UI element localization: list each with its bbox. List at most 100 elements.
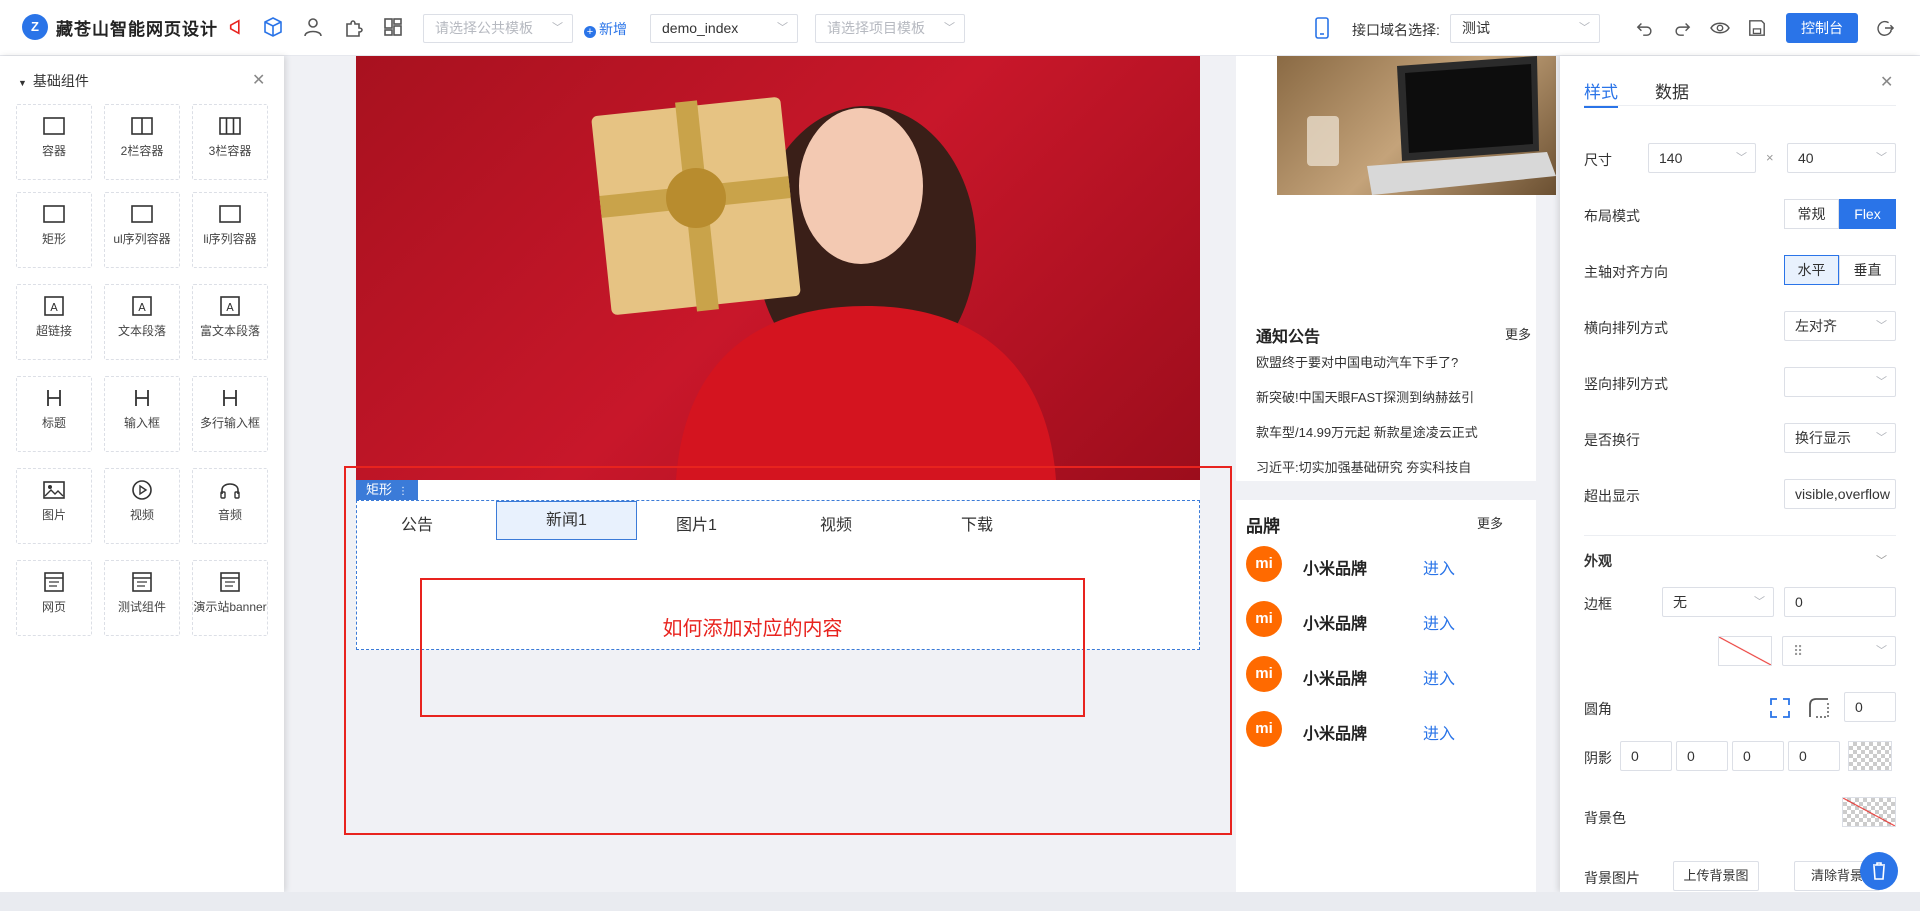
- wrap-select[interactable]: 换行显示 ﹀: [1784, 423, 1896, 453]
- component-item[interactable]: A 文本段落: [104, 284, 180, 360]
- undo-icon[interactable]: [1636, 19, 1654, 37]
- component-item[interactable]: 矩形: [16, 192, 92, 268]
- border-label: 边框: [1584, 596, 1612, 612]
- notice-item[interactable]: 新突破!中国天眼FAST探测到纳赫兹引: [1256, 387, 1504, 406]
- shadow-y-input[interactable]: 0: [1676, 741, 1728, 771]
- layout-flex-button[interactable]: Flex: [1839, 199, 1896, 229]
- upload-bg-button[interactable]: 上传背景图: [1673, 861, 1759, 891]
- shadow-color-picker[interactable]: [1848, 741, 1892, 771]
- component-label: 矩形: [41, 232, 66, 246]
- component-item[interactable]: 测试组件: [104, 560, 180, 636]
- notice-item[interactable]: 欧盟终于要对中国电动汽车下手了?: [1256, 352, 1504, 371]
- shadow-spread-input[interactable]: 0: [1788, 741, 1840, 771]
- component-label: 音频: [217, 508, 242, 522]
- notice-item[interactable]: 款车型/14.99万元起 新款星途凌云正式: [1256, 422, 1504, 441]
- console-button[interactable]: 控制台: [1786, 13, 1858, 43]
- tab-style[interactable]: 样式: [1584, 78, 1618, 108]
- component-item[interactable]: 3栏容器: [192, 104, 268, 180]
- v-arrange-select[interactable]: ﹀: [1784, 367, 1896, 397]
- height-input[interactable]: 40 ﹀: [1787, 143, 1896, 173]
- video-icon: [132, 480, 152, 500]
- caret-down-icon: ▼: [18, 78, 27, 88]
- brand-enter-link[interactable]: 进入: [1423, 720, 1455, 744]
- shadow-x-input[interactable]: 0: [1620, 741, 1672, 771]
- brand-enter-link[interactable]: 进入: [1423, 555, 1455, 579]
- banner-icon: [220, 572, 240, 592]
- chevron-down-icon[interactable]: ﹀: [1876, 552, 1887, 568]
- add-button[interactable]: + 新增: [584, 19, 627, 39]
- brand-enter-link[interactable]: 进入: [1423, 665, 1455, 689]
- component-item[interactable]: 网页: [16, 560, 92, 636]
- close-icon[interactable]: ✕: [252, 70, 265, 90]
- banner-photo: [591, 97, 1056, 480]
- notice-more-link[interactable]: 更多: [1505, 324, 1531, 343]
- delete-button[interactable]: [1860, 852, 1898, 890]
- layout-normal-button[interactable]: 常规: [1784, 199, 1839, 229]
- component-item[interactable]: 输入框: [104, 376, 180, 452]
- border-style-select[interactable]: 无 ﹀: [1662, 587, 1774, 617]
- redo-icon[interactable]: [1673, 19, 1691, 37]
- brand-more-link[interactable]: 更多: [1477, 513, 1503, 532]
- overflow-input[interactable]: visible,overflow: [1784, 479, 1896, 509]
- component-item[interactable]: 容器: [16, 104, 92, 180]
- save-icon[interactable]: [1748, 19, 1766, 37]
- logout-icon[interactable]: [1876, 19, 1894, 37]
- border-width-input[interactable]: 0: [1784, 587, 1896, 617]
- width-input[interactable]: 140 ﹀: [1648, 143, 1756, 173]
- brand-enter-link[interactable]: 进入: [1423, 610, 1455, 634]
- bg-image-label: 背景图片: [1584, 870, 1640, 886]
- radius-single-icon[interactable]: [1808, 697, 1830, 719]
- brand-title: 品牌: [1246, 517, 1280, 536]
- border-line-style-select[interactable]: ⠿ ﹀: [1782, 636, 1896, 666]
- component-item[interactable]: 多行输入框: [192, 376, 268, 452]
- ul-list-icon: [131, 205, 153, 223]
- component-item[interactable]: ul序列容器: [104, 192, 180, 268]
- domain-select[interactable]: 测试 ﹀: [1450, 14, 1600, 43]
- component-item[interactable]: li序列容器: [192, 192, 268, 268]
- three-column-icon: [219, 117, 241, 135]
- panel-title[interactable]: ▼ 基础组件: [18, 71, 89, 91]
- border-color-picker[interactable]: [1718, 636, 1772, 666]
- axis-horizontal-button[interactable]: 水平: [1784, 255, 1839, 285]
- plugin-icon[interactable]: [342, 16, 364, 38]
- banner-image[interactable]: [356, 56, 1200, 480]
- component-item[interactable]: A 超链接: [16, 284, 92, 360]
- annotation-inner-box: [420, 578, 1085, 717]
- tab-data[interactable]: 数据: [1655, 78, 1689, 103]
- laptop-image[interactable]: [1277, 56, 1556, 195]
- page-select[interactable]: demo_index ﹀: [650, 14, 798, 43]
- component-label: 测试组件: [117, 600, 166, 614]
- component-label: 容器: [41, 144, 66, 158]
- public-template-select[interactable]: 请选择公共模板 ﹀: [423, 14, 573, 43]
- radius-all-icon[interactable]: [1769, 697, 1791, 719]
- megaphone-icon[interactable]: [228, 18, 246, 36]
- user-icon[interactable]: [302, 16, 324, 38]
- axis-vertical-button[interactable]: 垂直: [1839, 255, 1896, 285]
- component-item[interactable]: 标题: [16, 376, 92, 452]
- component-item[interactable]: A 富文本段落: [192, 284, 268, 360]
- component-item[interactable]: 2栏容器: [104, 104, 180, 180]
- radius-input[interactable]: 0: [1844, 692, 1896, 722]
- appearance-section[interactable]: 外观: [1584, 551, 1612, 571]
- close-icon[interactable]: ✕: [1880, 72, 1893, 92]
- two-column-icon: [131, 117, 153, 135]
- notice-item[interactable]: 习近平:切实加强基础研究 夯实科技自: [1256, 457, 1504, 476]
- shadow-blur-input[interactable]: 0: [1732, 741, 1784, 771]
- bg-color-label: 背景色: [1584, 810, 1626, 826]
- project-template-select[interactable]: 请选择项目模板 ﹀: [815, 14, 965, 43]
- mobile-icon[interactable]: [1313, 17, 1331, 39]
- domain-label: 接口域名选择:: [1352, 22, 1440, 38]
- wrap-label: 是否换行: [1584, 432, 1640, 448]
- app-logo: Z: [22, 14, 48, 40]
- h-arrange-select[interactable]: 左对齐 ﹀: [1784, 311, 1896, 341]
- component-item[interactable]: 图片: [16, 468, 92, 544]
- component-item[interactable]: 视频: [104, 468, 180, 544]
- cube-icon[interactable]: [262, 16, 284, 38]
- component-item[interactable]: 音频: [192, 468, 268, 544]
- divider: [1584, 535, 1896, 536]
- component-item[interactable]: 演示站banner: [192, 560, 268, 636]
- layout-icon[interactable]: [382, 16, 404, 38]
- svg-text:A: A: [138, 301, 146, 314]
- bg-color-picker[interactable]: [1842, 797, 1896, 827]
- preview-eye-icon[interactable]: [1710, 19, 1730, 37]
